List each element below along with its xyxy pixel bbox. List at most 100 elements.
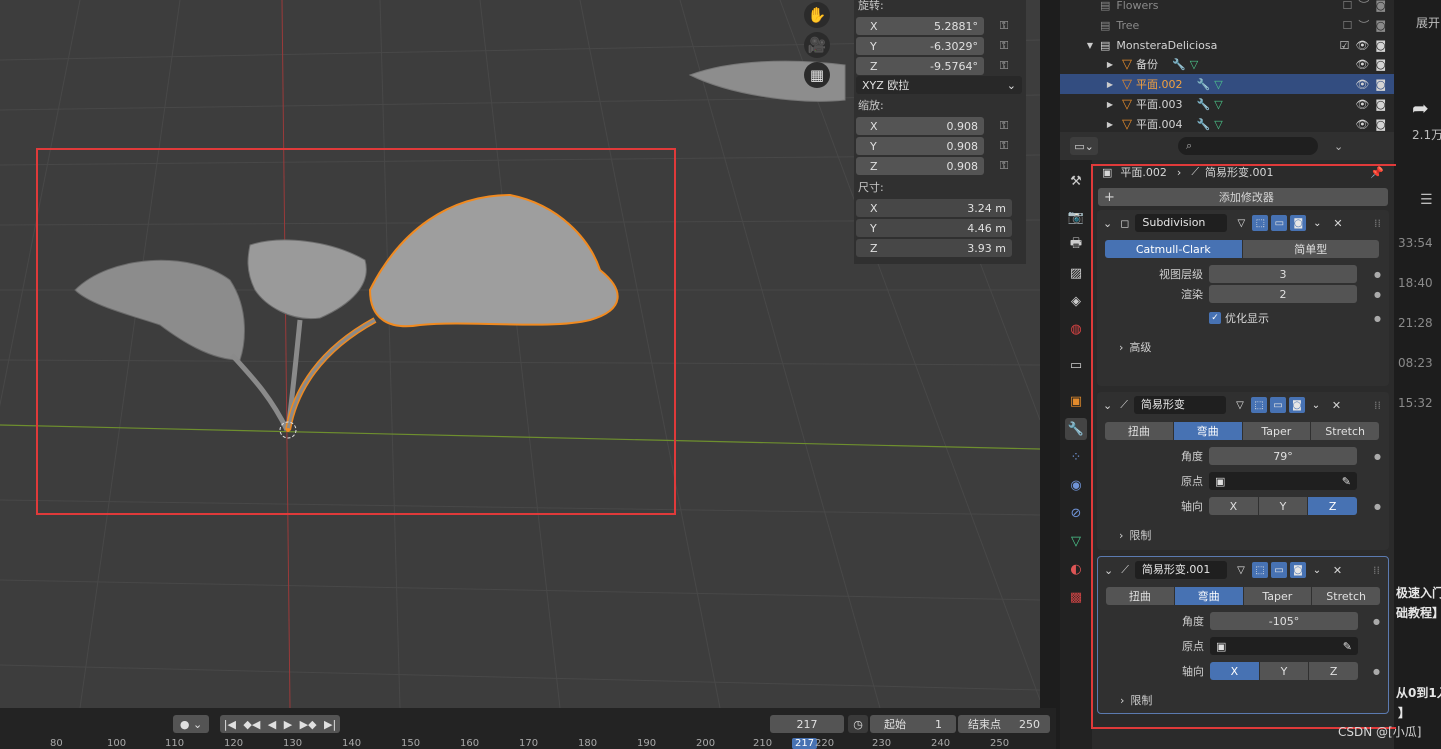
material-tab-icon[interactable]: ◐ [1065, 558, 1087, 580]
collection-tab-icon[interactable]: ▭ [1065, 354, 1087, 376]
lock-icon[interactable]: ⚿ [994, 39, 1014, 53]
dimension-z-value: 3.93 m [967, 241, 1006, 255]
particles-tab-icon[interactable]: ⁘ [1065, 446, 1087, 468]
expand-right-icon[interactable]: ▶ [1104, 80, 1116, 89]
eye-icon[interactable]: 👁 [1355, 78, 1369, 91]
lock-icon[interactable]: ⚿ [994, 19, 1014, 33]
scale-x-value: 0.908 [946, 119, 979, 133]
rotation-x-field[interactable]: X 5.2881° [856, 17, 984, 35]
rotation-mode-select[interactable]: XYZ 欧拉 ⌄ [856, 76, 1022, 94]
checkbox-icon[interactable]: ☐ [1342, 0, 1352, 12]
rotation-z-field[interactable]: Z -9.5764° [856, 57, 984, 75]
lock-icon[interactable]: ⚿ [994, 59, 1014, 73]
share-icon[interactable]: ➦ [1412, 96, 1429, 120]
render-tab-icon[interactable]: 📷 [1065, 206, 1087, 228]
next-keyframe-icon[interactable]: ▶◆ [300, 718, 317, 731]
jump-end-icon[interactable]: ▶| [324, 718, 336, 731]
expand-right-icon[interactable]: ▶ [1104, 60, 1116, 69]
outliner-item-flowers[interactable]: ▤ Flowers ☐ ︶ ◙ [1060, 0, 1394, 15]
keyframe-record-icon[interactable]: ● ⌄ [173, 715, 209, 733]
ruler-tick: 120 [224, 738, 244, 749]
expand-right-icon[interactable]: ▶ [1104, 120, 1116, 129]
hand-icon[interactable]: ✋ [804, 2, 830, 28]
outliner-item-plane-002[interactable]: ▶ ▽ 平面.002 🔧 ▽ 👁 ◙ [1060, 74, 1394, 94]
outliner-item-tree[interactable]: ▤ Tree ☐ ︶ ◙ [1060, 15, 1394, 35]
render-camera-icon[interactable]: ◙ [1375, 98, 1386, 111]
play-icon[interactable]: ▶ [284, 718, 292, 731]
video-title-fragment[interactable]: 础教程】 [1396, 604, 1441, 621]
scene-tab-icon[interactable]: ◈ [1065, 290, 1087, 312]
lock-icon[interactable]: ⚿ [994, 139, 1014, 153]
start-frame-field[interactable]: 起始 1 [870, 715, 956, 733]
dimension-z-field[interactable]: Z 3.93 m [856, 239, 1012, 257]
rotation-y-field[interactable]: Y -6.3029° [856, 37, 984, 55]
axis-label: Y [870, 139, 877, 153]
expand-right-icon[interactable]: ▶ [1104, 100, 1116, 109]
data-tab-icon[interactable]: ▽ [1065, 530, 1087, 552]
search-icon: ⌕ [1186, 139, 1193, 152]
render-camera-icon[interactable]: ◙ [1375, 19, 1386, 32]
outliner-item-label: Tree [1116, 18, 1140, 32]
dimension-x-field[interactable]: X 3.24 m [856, 199, 1012, 217]
view-layer-tab-icon[interactable]: ▨ [1065, 262, 1087, 284]
video-title-fragment[interactable]: 】 [1398, 704, 1410, 721]
render-camera-icon[interactable]: ◙ [1375, 78, 1386, 91]
object-tab-icon[interactable]: ▣ [1065, 390, 1087, 412]
start-value: 1 [935, 717, 942, 731]
checkbox-checked-icon[interactable]: ☑ [1339, 39, 1349, 52]
texture-tab-icon[interactable]: ▩ [1065, 586, 1087, 608]
dimension-y-field[interactable]: Y 4.46 m [856, 219, 1012, 237]
render-camera-icon[interactable]: ◙ [1375, 0, 1386, 12]
camera-icon[interactable]: 🎥 [804, 32, 830, 58]
dimension-y-value: 4.46 m [967, 221, 1006, 235]
grid-icon[interactable]: ▦ [804, 62, 830, 88]
chevron-down-icon[interactable]: ⌄ [1334, 140, 1343, 153]
outliner-item-monstera[interactable]: ▼ ▤ MonsteraDeliciosa ☑ 👁 ◙ [1060, 35, 1394, 55]
outliner-item-plane-003[interactable]: ▶ ▽ 平面.003 🔧 ▽ 👁 ◙ [1060, 94, 1394, 114]
eye-closed-icon[interactable]: ︶ [1358, 0, 1369, 13]
render-camera-icon[interactable]: ◙ [1375, 118, 1386, 131]
eye-icon[interactable]: 👁 [1355, 58, 1369, 71]
constraints-tab-icon[interactable]: ⊘ [1065, 502, 1087, 524]
render-camera-icon[interactable]: ◙ [1375, 58, 1386, 71]
editor-type-icon[interactable]: ▭⌄ [1070, 137, 1098, 155]
expand-down-icon[interactable]: ▼ [1084, 41, 1096, 50]
eye-closed-icon[interactable]: ︶ [1358, 17, 1369, 33]
clock-icon[interactable]: ◷ [848, 715, 868, 733]
outliner-item-plane-004[interactable]: ▶ ▽ 平面.004 🔧 ▽ 👁 ◙ [1060, 114, 1394, 134]
prev-keyframe-icon[interactable]: ◆◀ [243, 718, 260, 731]
wrench-icon: 🔧 [1196, 117, 1211, 131]
scale-z-field[interactable]: Z 0.908 [856, 157, 984, 175]
lock-icon[interactable]: ⚿ [994, 119, 1014, 133]
mesh-data-icon: ▽ [1214, 97, 1223, 111]
end-frame-field[interactable]: 结束点 250 [958, 715, 1050, 733]
outliner-item-label: 备份 [1136, 58, 1158, 71]
mesh-data-icon: ▽ [1189, 57, 1199, 71]
playhead[interactable]: 217 [792, 738, 818, 749]
scale-x-field[interactable]: X 0.908 [856, 117, 984, 135]
lock-icon[interactable]: ⚿ [994, 159, 1014, 173]
physics-tab-icon[interactable]: ◉ [1065, 474, 1087, 496]
search-input[interactable]: ⌕ [1178, 137, 1318, 155]
eye-icon[interactable]: 👁 [1355, 98, 1369, 111]
output-tab-icon[interactable]: 🖶 [1065, 234, 1087, 256]
video-title-fragment[interactable]: 极速入门 [1396, 584, 1441, 601]
modifier-tab-icon[interactable]: 🔧 [1065, 418, 1087, 440]
axis-label: Y [870, 221, 877, 235]
frame-ruler[interactable]: 80 100 110 120 130 140 150 160 170 180 1… [0, 738, 1056, 749]
world-tab-icon[interactable]: ◍ [1065, 318, 1087, 340]
expand-link[interactable]: 展开 [1416, 14, 1440, 31]
current-frame-field[interactable]: 217 [770, 715, 844, 733]
list-icon[interactable]: ☰ [1420, 192, 1433, 208]
outliner-item-backup[interactable]: ▶ ▽ 备份 🔧 ▽ 👁 ◙ [1060, 54, 1394, 74]
tool-tab-icon[interactable]: ⚒ [1065, 170, 1087, 192]
play-reverse-icon[interactable]: ◀ [268, 718, 276, 731]
render-camera-icon[interactable]: ◙ [1375, 39, 1386, 52]
wrench-icon: 🔧 [1196, 97, 1211, 111]
jump-start-icon[interactable]: |◀ [224, 718, 236, 731]
eye-icon[interactable]: 👁 [1355, 39, 1369, 52]
video-title-fragment[interactable]: 从0到1入 [1396, 684, 1441, 701]
eye-icon[interactable]: 👁 [1355, 118, 1369, 131]
scale-y-field[interactable]: Y 0.908 [856, 137, 984, 155]
checkbox-icon[interactable]: ☐ [1342, 19, 1352, 32]
